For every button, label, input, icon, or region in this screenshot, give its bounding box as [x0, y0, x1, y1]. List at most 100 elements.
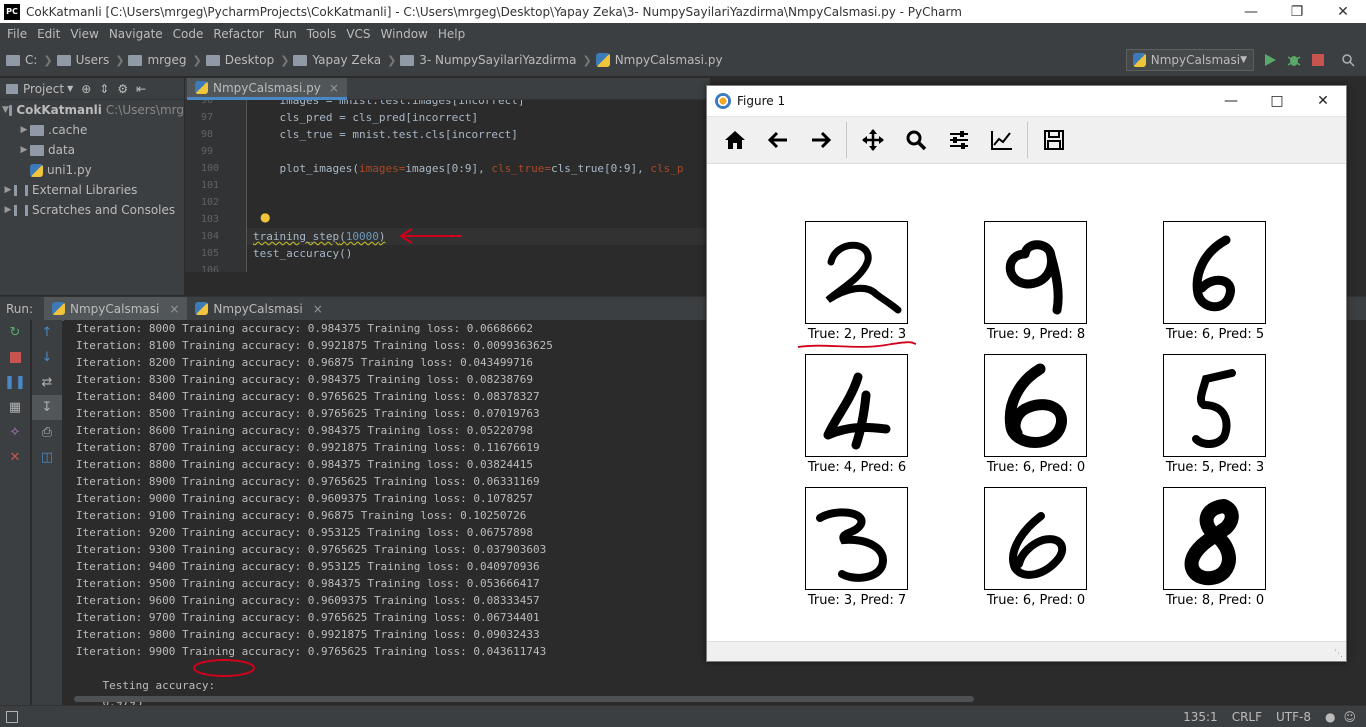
tree-item[interactable]: ▶ data [0, 140, 184, 160]
subplots-icon[interactable] [937, 120, 980, 160]
print-icon[interactable]: ⎙ [32, 420, 62, 445]
run-tab[interactable]: NmpyCalsmasi × [44, 296, 188, 321]
stop-icon[interactable] [1310, 52, 1326, 68]
caret-position[interactable]: 135:1 [1183, 710, 1218, 724]
toolbar-divider [1027, 122, 1028, 158]
handwritten-digit [1192, 235, 1235, 312]
run-tab[interactable]: NmpyCalsmasi × [187, 297, 330, 321]
breadcrumb-item[interactable]: Desktop ❯ [205, 53, 289, 67]
chevron-right-icon[interactable]: ▶ [2, 205, 14, 215]
project-tree: ▼ CokKatmanli C:\Users\mrg ▶ .cache ▶ data uni1… [0, 100, 184, 295]
forward-arrow-icon[interactable] [799, 120, 842, 160]
back-arrow-icon[interactable] [756, 120, 799, 160]
status-bar: 135:1 CRLF UTF-8 ● ☺ [0, 705, 1366, 727]
dump-threads-icon[interactable]: ▦ [0, 395, 30, 420]
stop-icon[interactable] [0, 345, 30, 370]
tree-item-label: .cache [48, 123, 88, 137]
figure-window: Figure 1 — □ ✕ True: 2, Pred: 3 True: 9,… [706, 85, 1347, 662]
pin-icon[interactable]: ✧ [0, 420, 30, 445]
testing-accuracy-line: Testing accuracy: 0.9795 [76, 659, 1366, 705]
figure-canvas[interactable]: True: 2, Pred: 3 True: 9, Pred: 8 True: 6,… [707, 165, 1346, 641]
gear-icon[interactable]: ⚙ [117, 82, 128, 96]
rerun-icon[interactable]: ↻ [0, 320, 30, 345]
line-number: 103 [201, 214, 220, 225]
chevron-right-icon[interactable]: ▶ [18, 125, 30, 135]
up-arrow-icon[interactable]: ↑ [32, 320, 62, 345]
tool-window-toggle-icon[interactable] [6, 710, 18, 723]
pause-icon[interactable]: ❚❚ [0, 370, 30, 395]
folder-icon [128, 54, 143, 66]
breadcrumb-item[interactable]: mrgeg ❯ [128, 53, 202, 67]
close-button[interactable]: ✕ [1300, 93, 1346, 109]
file-encoding[interactable]: UTF-8 [1276, 710, 1311, 724]
line-separator[interactable]: CRLF [1232, 710, 1262, 724]
trash-icon[interactable]: ◫ [32, 445, 62, 470]
run-icon[interactable] [1262, 52, 1278, 68]
search-everywhere-icon[interactable] [1340, 52, 1356, 68]
soft-wrap-icon[interactable]: ⇄ [32, 370, 62, 395]
menu-item-view[interactable]: View [65, 27, 103, 41]
line-number: 101 [201, 180, 220, 191]
folder-icon [293, 54, 308, 66]
close-icon[interactable]: ✕ [0, 445, 30, 470]
menu-item-navigate[interactable]: Navigate [104, 27, 168, 41]
resize-grip-icon[interactable]: ⋱ [1334, 649, 1343, 659]
menu-item-run[interactable]: Run [269, 27, 302, 41]
close-tab-icon[interactable]: × [169, 302, 179, 316]
tree-item[interactable]: ▶ Scratches and Consoles [0, 200, 184, 220]
breadcrumb-item[interactable]: Users ❯ [56, 53, 124, 67]
collapse-icon[interactable]: ⇕ [99, 82, 109, 96]
project-panel-header[interactable]: Project ▼ ⊕ ⇕ ⚙ ⇤ [0, 78, 184, 100]
hide-icon[interactable]: ⇤ [136, 82, 146, 96]
scroll-to-end-icon[interactable]: ↧ [32, 395, 62, 420]
menu-item-refactor[interactable]: Refactor [208, 27, 268, 41]
pan-icon[interactable] [851, 120, 894, 160]
lightbulb-icon[interactable]: ● [260, 210, 270, 224]
breadcrumb-item[interactable]: C: ❯ [6, 53, 53, 67]
event-log-icon[interactable]: ☺ [1343, 710, 1356, 724]
editor-tab[interactable]: NmpyCalsmasi.py × [187, 78, 347, 100]
breadcrumb-item[interactable]: 3- NumpySayilariYazdirma ❯ [400, 53, 592, 67]
zoom-icon[interactable] [894, 120, 937, 160]
minimize-button[interactable]: — [1208, 93, 1254, 109]
tree-item[interactable]: uni1.py [0, 160, 184, 180]
menu-item-tools[interactable]: Tools [302, 27, 342, 41]
console-horizontal-scrollbar[interactable] [74, 696, 974, 702]
close-tab-icon[interactable]: × [329, 81, 339, 95]
restore-button[interactable]: ❐ [1274, 0, 1320, 23]
maximize-button[interactable]: □ [1254, 93, 1300, 109]
lock-icon[interactable]: ● [1325, 710, 1335, 724]
code-line: cls_true = mnist.test.cls[incorrect] [253, 128, 518, 141]
chevron-down-icon[interactable]: ▼ [2, 105, 9, 115]
line-number: 98 [201, 129, 214, 140]
chevron-down-icon[interactable]: ▼ [67, 84, 73, 93]
code-editor[interactable]: images = mnist.test.images[incorrect] cl… [247, 100, 710, 272]
close-button[interactable]: ✕ [1320, 0, 1366, 23]
home-icon[interactable] [713, 120, 756, 160]
menu-item-edit[interactable]: Edit [32, 27, 65, 41]
code-line: training_step(10000) [247, 228, 710, 245]
run-config-dropdown[interactable]: NmpyCalsmasi ▼ [1126, 49, 1254, 71]
menu-item-help[interactable]: Help [433, 27, 470, 41]
menu-item-vcs[interactable]: VCS [341, 27, 375, 41]
breadcrumb-label: C: [25, 53, 38, 67]
menu-item-code[interactable]: Code [168, 27, 209, 41]
chevron-right-icon[interactable]: ▶ [2, 185, 14, 195]
tree-item[interactable]: ▶ External Libraries [0, 180, 184, 200]
digit-caption: True: 6, Pred: 0 [986, 460, 1086, 475]
chevron-right-icon[interactable]: ▶ [18, 145, 30, 155]
save-icon[interactable] [1032, 120, 1075, 160]
breadcrumb-separator-icon: ❯ [582, 53, 592, 67]
tree-item[interactable]: ▼ CokKatmanli C:\Users\mrg [0, 100, 184, 120]
menu-item-file[interactable]: File [2, 27, 32, 41]
breadcrumb-item[interactable]: Yapay Zeka ❯ [293, 53, 396, 67]
breadcrumb-item[interactable]: NmpyCalsmasi.py [595, 53, 723, 67]
edit-axis-icon[interactable] [980, 120, 1023, 160]
down-arrow-icon[interactable]: ↓ [32, 345, 62, 370]
menu-item-window[interactable]: Window [376, 27, 433, 41]
minimize-button[interactable]: — [1228, 0, 1274, 23]
close-tab-icon[interactable]: × [313, 302, 323, 316]
tree-item[interactable]: ▶ .cache [0, 120, 184, 140]
debug-icon[interactable] [1286, 52, 1302, 68]
target-icon[interactable]: ⊕ [81, 82, 91, 96]
